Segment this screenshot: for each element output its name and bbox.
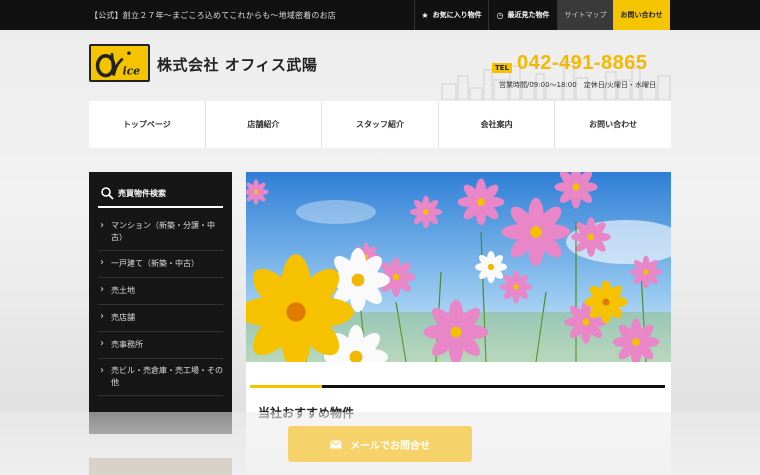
- business-hours: 営業時間/09:00～18:00 定休日/火曜日・水曜日: [499, 81, 657, 89]
- top-links: ★ お気に入り物件 ◷ 最近見た物件 サイトマップ お問い合わせ: [414, 0, 670, 30]
- sitemap-link[interactable]: サイトマップ: [557, 0, 613, 30]
- logo-graphic: ice: [95, 51, 141, 78]
- global-nav: トップページ 店舗紹介 スタッフ紹介 会社案内 お問い合わせ: [89, 101, 671, 148]
- company-name: 株式会社 オフィス武陽: [157, 56, 318, 74]
- sidebar-item-house[interactable]: 一戸建て（新築・中古）: [98, 251, 223, 278]
- sidebar-banner[interactable]: [89, 458, 232, 475]
- mail-button-label: メールでお問合せ: [350, 440, 430, 452]
- section-accent-bar: [250, 385, 322, 388]
- phone-number[interactable]: 042-491-8865: [517, 52, 648, 75]
- nav-item-company[interactable]: 会社案内: [439, 101, 556, 148]
- sidebar-title-label: 売買物件検索: [118, 188, 166, 198]
- company-logo[interactable]: ice: [89, 44, 150, 82]
- mail-contact-button[interactable]: メールでお問合せ: [288, 426, 472, 462]
- nav-item-staff[interactable]: スタッフ紹介: [322, 101, 439, 148]
- site-tagline: 【公式】創立２７年〜まごころ込めてこれからも〜地域密着のお店: [90, 11, 336, 20]
- favorites-label: お気に入り物件: [432, 11, 482, 19]
- tel-label: TEL: [492, 63, 513, 73]
- mail-icon: [330, 439, 342, 448]
- hero-image-cosmos: [246, 172, 671, 362]
- recent-link[interactable]: ◷ 最近見た物件: [488, 0, 557, 30]
- history-icon: ◷: [496, 10, 504, 20]
- sidebar-item-store[interactable]: 売店舗: [98, 305, 223, 332]
- favorites-link[interactable]: ★ お気に入り物件: [414, 0, 488, 30]
- sidebar-item-office[interactable]: 売事務所: [98, 332, 223, 359]
- recent-label: 最近見た物件: [507, 11, 550, 19]
- star-icon: ★: [421, 10, 429, 20]
- nav-item-contact[interactable]: お問い合わせ: [555, 101, 671, 148]
- nav-item-store[interactable]: 店舗紹介: [206, 101, 323, 148]
- top-bar: 【公式】創立２７年〜まごころ込めてこれからも〜地域密着のお店 ★ お気に入り物件…: [0, 0, 760, 30]
- sidebar-item-building[interactable]: 売ビル・売倉庫・売工場・その他: [98, 359, 223, 396]
- contact-link[interactable]: お問い合わせ: [613, 0, 670, 30]
- sidebar-list: マンション（新築・分譲・中古） 一戸建て（新築・中古） 売土地 売店舗 売事務所…: [98, 214, 223, 396]
- nav-item-top[interactable]: トップページ: [89, 101, 206, 148]
- sidebar-search: 売買物件検索 マンション（新築・分譲・中古） 一戸建て（新築・中古） 売土地 売…: [89, 172, 232, 434]
- sidebar-title: 売買物件検索: [98, 180, 223, 208]
- sidebar-item-land[interactable]: 売土地: [98, 278, 223, 305]
- sidebar-item-mansion[interactable]: マンション（新築・分譲・中古）: [98, 214, 223, 251]
- section-divider: [322, 385, 665, 388]
- search-icon: [101, 187, 114, 200]
- svg-text:ice: ice: [123, 65, 141, 78]
- hero-graphic: [246, 172, 671, 362]
